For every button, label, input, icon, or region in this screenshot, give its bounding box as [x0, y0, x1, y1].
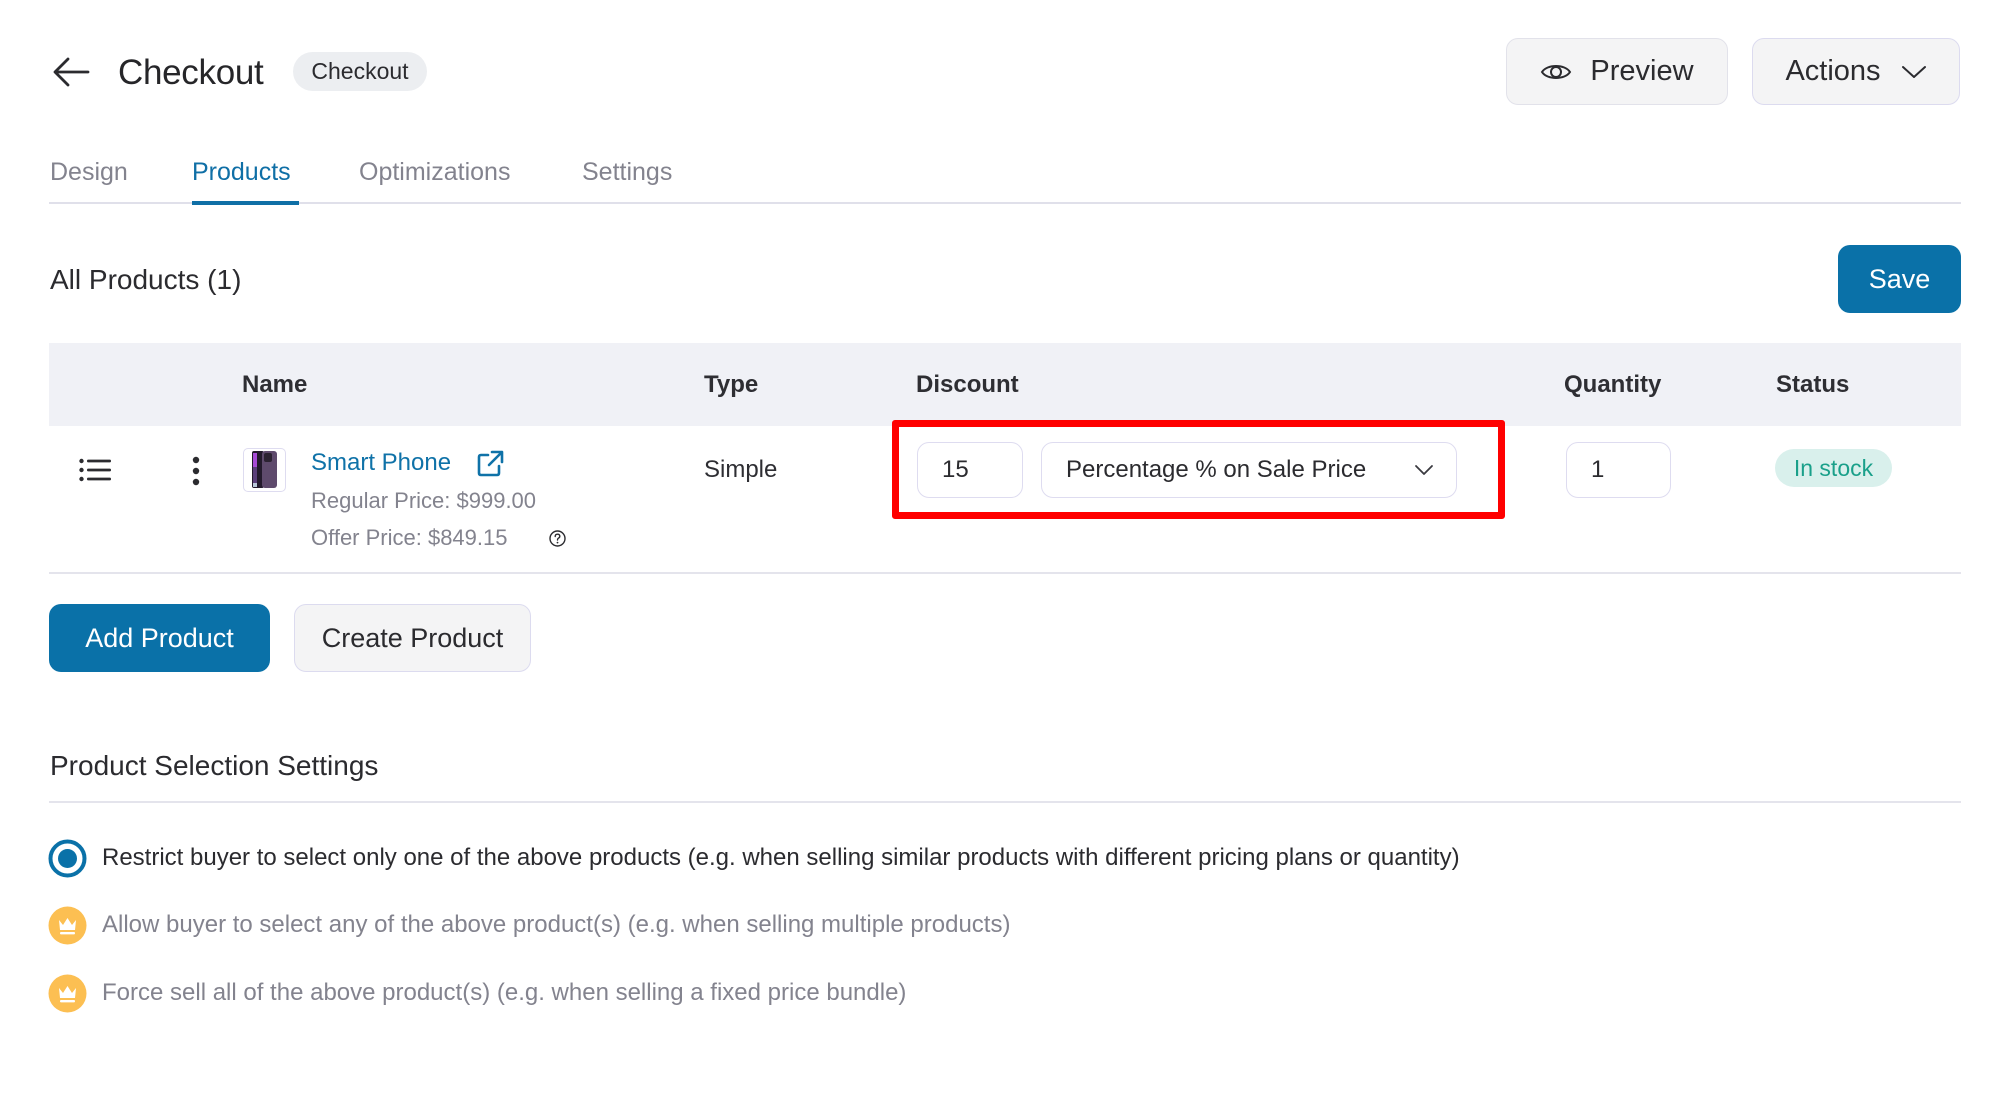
actions-label: Actions: [1785, 55, 1881, 87]
preview-button[interactable]: Preview: [1506, 38, 1728, 105]
add-product-button[interactable]: Add Product: [49, 604, 270, 672]
product-type: Simple: [704, 456, 778, 483]
eye-icon: [1541, 64, 1572, 79]
quantity-input[interactable]: 1: [1566, 442, 1671, 498]
offer-price: Offer Price: $849.15: [311, 525, 508, 550]
product-thumbnail: [243, 448, 286, 492]
selection-option-restrict-one[interactable]: Restrict buyer to select only one of the…: [48, 838, 1748, 878]
option-label: Force sell all of the above product(s) (…: [102, 979, 907, 1006]
crown-pro-icon: [48, 974, 87, 1012]
list-drag-icon: [79, 458, 111, 482]
column-header-quantity: Quantity: [1564, 371, 1662, 398]
chevron-down-icon: [1901, 65, 1926, 78]
status-badge: In stock: [1775, 449, 1892, 487]
column-header-name: Name: [242, 371, 308, 398]
discount-type-value: Percentage % on Sale Price: [1066, 456, 1367, 483]
arrow-left-icon: [53, 57, 90, 87]
crown-pro-icon: [48, 906, 87, 944]
open-product-link[interactable]: [477, 450, 504, 477]
column-header-discount: Discount: [916, 371, 1019, 398]
tab-bar: Design Products Optimizations Settings: [49, 150, 1961, 205]
row-menu-button[interactable]: [188, 456, 204, 486]
tab-products[interactable]: Products: [192, 156, 291, 188]
column-header-type: Type: [704, 371, 759, 398]
preview-label: Preview: [1590, 55, 1694, 87]
more-vertical-icon: [192, 456, 200, 486]
products-table-header: Name Type Discount Quantity Status: [49, 343, 1961, 426]
tab-design[interactable]: Design: [50, 156, 128, 188]
product-selection-settings-title: Product Selection Settings: [50, 750, 379, 781]
offer-price-help[interactable]: [549, 530, 566, 547]
radio-selected-icon[interactable]: [48, 839, 87, 878]
drag-handle[interactable]: [79, 458, 111, 482]
tab-optimizations[interactable]: Optimizations: [359, 156, 510, 188]
actions-dropdown-button[interactable]: Actions: [1752, 38, 1960, 105]
phone-image-icon: [252, 451, 277, 488]
option-label: Restrict buyer to select only one of the…: [102, 844, 1460, 871]
question-circle-icon: [549, 530, 566, 547]
selection-option-allow-any[interactable]: Allow buyer to select any of the above p…: [48, 905, 1748, 945]
discount-type-select[interactable]: Percentage % on Sale Price: [1041, 442, 1457, 498]
tab-settings[interactable]: Settings: [582, 156, 672, 188]
option-label: Allow buyer to select any of the above p…: [102, 911, 1011, 938]
external-link-icon: [477, 450, 504, 477]
back-button[interactable]: [52, 56, 90, 88]
regular-price: Regular Price: $999.00: [311, 488, 537, 513]
selection-option-force-all[interactable]: Force sell all of the above product(s) (…: [48, 973, 1748, 1013]
active-tab-indicator: [192, 201, 299, 205]
column-header-status: Status: [1776, 371, 1850, 398]
all-products-title: All Products (1): [50, 264, 242, 295]
save-button[interactable]: Save: [1838, 245, 1961, 313]
create-product-button[interactable]: Create Product: [294, 604, 531, 672]
divider: [49, 801, 1961, 803]
chevron-down-icon: [1415, 465, 1433, 475]
discount-value-input[interactable]: 15: [917, 442, 1023, 498]
page-title: Checkout: [118, 53, 264, 92]
product-name-link[interactable]: Smart Phone: [311, 448, 451, 478]
page-type-badge: Checkout: [293, 52, 427, 91]
